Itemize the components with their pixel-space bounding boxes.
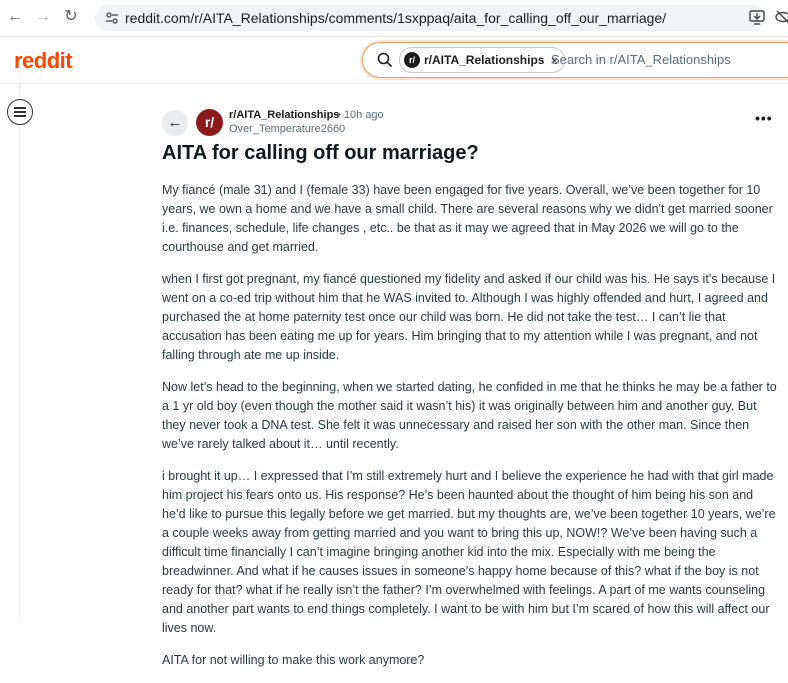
post-timestamp: • 10h ago xyxy=(337,109,384,121)
install-app-icon[interactable] xyxy=(748,8,766,26)
post-paragraph: Now let’s head to the beginning, when we… xyxy=(162,380,777,451)
search-bar[interactable]: r/ r/AITA_Relationships × Search in r/AI… xyxy=(362,42,788,78)
search-icon xyxy=(377,52,393,68)
url-text: reddit.com/r/AITA_Relationships/comments… xyxy=(125,10,667,26)
hamburger-icon xyxy=(14,107,26,109)
post-author[interactable]: Over_Temperature2660 xyxy=(229,123,345,135)
community-avatar-icon: r/ xyxy=(404,52,420,68)
back-arrow-icon[interactable]: ← xyxy=(6,8,24,26)
post-paragraph: when I first got pregnant, my fiancé que… xyxy=(162,272,776,362)
reddit-logo[interactable]: reddit xyxy=(14,48,73,74)
sidebar-menu-button[interactable] xyxy=(7,99,33,125)
reload-icon[interactable]: ↻ xyxy=(62,8,80,26)
post-body: My fiancé (male 31) and I (female 33) ha… xyxy=(162,181,777,683)
community-chip-label: r/AITA_Relationships xyxy=(424,53,545,67)
browser-toolbar: ← → ↻ reddit.com/r/AITA_Relationships/co… xyxy=(0,0,788,37)
community-filter-chip[interactable]: r/ r/AITA_Relationships × xyxy=(399,47,566,73)
post-paragraph: AITA for not willing to make this work a… xyxy=(162,653,425,667)
search-input[interactable]: Search in r/AITA_Relationships xyxy=(551,52,731,67)
address-bar[interactable]: reddit.com/r/AITA_Relationships/comments… xyxy=(95,5,765,31)
subreddit-name[interactable]: r/AITA_Relationships xyxy=(229,109,339,121)
subreddit-avatar[interactable]: r/ xyxy=(196,109,223,136)
post-paragraph: My fiancé (male 31) and I (female 33) ha… xyxy=(162,183,773,254)
back-button[interactable]: ← xyxy=(162,110,188,136)
visibility-off-icon[interactable] xyxy=(774,8,788,26)
sidebar-divider xyxy=(19,84,20,622)
reddit-header: reddit r/ r/AITA_Relationships × Search … xyxy=(0,37,788,84)
site-info-icon[interactable] xyxy=(105,11,119,25)
more-options-button[interactable]: ••• xyxy=(755,110,773,126)
post-title: AITA for calling off our marriage? xyxy=(162,142,479,164)
post-paragraph: i brought it up… I expressed that I’m st… xyxy=(162,469,776,635)
forward-arrow-icon[interactable]: → xyxy=(34,8,52,26)
